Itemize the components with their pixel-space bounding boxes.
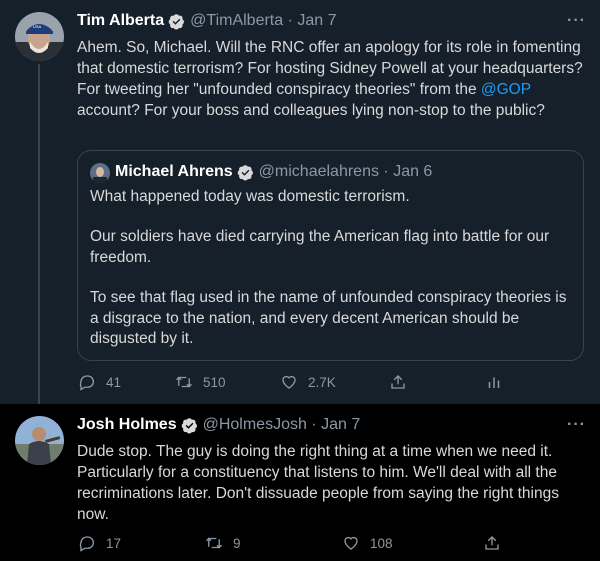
tweet-text: Dude stop. The guy is doing the right th…	[77, 443, 559, 523]
reply-button[interactable]: 41	[78, 373, 121, 391]
share-icon	[391, 375, 405, 389]
avatar-tim-alberta[interactable]: USA	[15, 12, 64, 61]
quoted-text-p2: Our soldiers have died carrying the Amer…	[90, 228, 550, 266]
separator-dot: ·	[378, 163, 394, 180]
share-button[interactable]	[483, 534, 511, 552]
heart-icon	[282, 375, 296, 389]
verified-badge-icon	[181, 417, 197, 433]
tweet-date[interactable]: Jan 7	[321, 416, 360, 434]
reply-count: 41	[106, 374, 122, 390]
retweet-count: 9	[233, 535, 241, 551]
tweet-text: Ahem. So, Michael. Will the RNC offer an…	[77, 39, 583, 119]
more-icon[interactable]: ···	[567, 12, 586, 30]
reply-icon	[79, 375, 94, 391]
retweet-icon	[176, 376, 192, 388]
analytics-icon	[488, 377, 500, 388]
verified-badge-icon	[168, 13, 185, 29]
author-name[interactable]: Tim Alberta	[77, 12, 164, 30]
share-button[interactable]	[389, 373, 417, 391]
retweet-count: 510	[203, 374, 226, 390]
tweet-header: Tim Alberta @TimAlberta · Jan 7	[77, 12, 337, 30]
heart-icon	[344, 536, 358, 550]
retweet-button[interactable]: 9	[205, 534, 241, 552]
tweet-card-josh-holmes[interactable]: Josh Holmes @HolmesJosh · Jan 7 ··· Dude…	[0, 404, 600, 561]
like-count: 108	[370, 535, 393, 551]
share-icon	[485, 536, 499, 550]
reply-count: 17	[106, 535, 122, 551]
author-handle[interactable]: @HolmesJosh	[203, 416, 307, 434]
quoted-text-p1: What happened today was domestic terrori…	[90, 188, 410, 205]
separator-dot: ·	[306, 416, 322, 433]
mention-link-gop[interactable]: @GOP	[481, 81, 531, 98]
svg-text:USA: USA	[33, 24, 42, 29]
retweet-button[interactable]: 510	[175, 373, 226, 391]
verified-badge-icon	[237, 164, 253, 180]
avatar-michael-ahrens[interactable]	[90, 163, 110, 183]
avatar-josh-holmes[interactable]	[15, 416, 64, 465]
reply-icon	[79, 536, 94, 552]
author-name[interactable]: Josh Holmes	[77, 416, 177, 434]
like-button[interactable]: 2.7K	[280, 373, 336, 391]
reply-button[interactable]: 17	[78, 534, 121, 552]
quoted-tweet[interactable]: Michael Ahrens @michaelahrens · Jan 6 Wh…	[77, 150, 584, 361]
thread-line	[38, 64, 40, 404]
like-count: 2.7K	[308, 374, 336, 390]
author-handle[interactable]: @TimAlberta	[190, 12, 283, 30]
retweet-icon	[206, 537, 222, 549]
tweet-header: Josh Holmes @HolmesJosh · Jan 7	[77, 416, 360, 434]
quoted-header: Michael Ahrens @michaelahrens · Jan 6	[115, 163, 432, 181]
analytics-button[interactable]	[485, 373, 513, 391]
separator-dot: ·	[283, 12, 298, 29]
more-icon[interactable]: ···	[567, 416, 586, 434]
quoted-author-name[interactable]: Michael Ahrens	[115, 163, 233, 181]
like-button[interactable]: 108	[342, 534, 393, 552]
quoted-date[interactable]: Jan 6	[393, 163, 432, 181]
tweet-date[interactable]: Jan 7	[297, 12, 336, 30]
tweet-card-tim-alberta[interactable]: USA Tim Alberta @TimAlberta · Jan 7 ··· …	[0, 0, 600, 404]
quoted-text-p3: To see that flag used in the name of unf…	[90, 289, 567, 347]
quoted-author-handle[interactable]: @michaelahrens	[259, 163, 379, 181]
